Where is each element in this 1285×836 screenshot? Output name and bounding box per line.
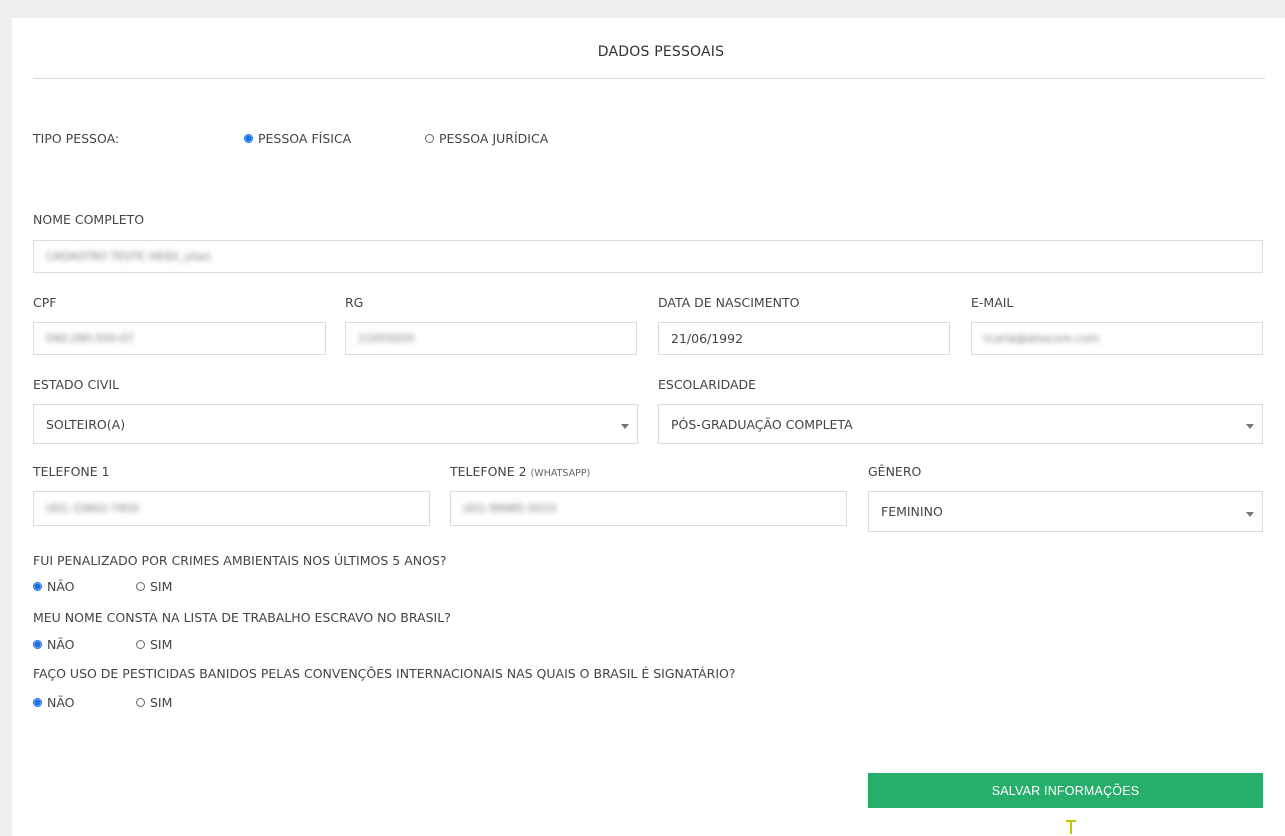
escolaridade-select[interactable]: PÓS-GRADUAÇÃO COMPLETA [658,404,1263,444]
email-label: E-MAIL [971,295,1014,310]
caret-down-icon [621,424,629,429]
escolaridade-label: ESCOLARIDADE [658,377,757,392]
data-nascimento-input[interactable]: 21/06/1992 [658,322,950,355]
question-pesticidas-banidos: FAÇO USO DE PESTICIDAS BANIDOS PELAS CON… [33,666,736,681]
radio-unchecked-icon [136,640,145,649]
rg-value: 21055020 [358,332,414,345]
radio-unchecked-icon [136,582,145,591]
question1-radio-sim[interactable]: SIM [136,579,172,594]
telefone1-label: TELEFONE 1 [33,464,110,479]
radio-checked-icon [33,582,42,591]
caret-down-icon [1246,511,1254,517]
question3-nao-label: NÃO [47,695,75,710]
question2-radio-nao[interactable]: NÃO [33,637,75,652]
telefone2-input[interactable]: (65) 99985-5033 [450,491,847,526]
caret-down-icon [1246,424,1254,429]
title-divider [33,78,1265,79]
genero-value: FEMININO [881,504,943,519]
cpf-label: CPF [33,295,57,310]
email-input[interactable]: tcarla@alsocom.com [971,322,1263,355]
question2-nao-label: NÃO [47,637,75,652]
email-value: tcarla@alsocom.com [984,332,1100,345]
question-crimes-ambientais: FUI PENALIZADO POR CRIMES AMBIENTAIS NOS… [33,553,447,568]
save-info-button[interactable]: SALVAR INFORMAÇÕES [868,773,1263,808]
radio-checked-icon [33,640,42,649]
radio-checked-icon [33,698,42,707]
telefone2-label-main: TELEFONE 2 [450,464,527,479]
question1-sim-label: SIM [150,579,173,594]
nome-completo-value: CADASTRO TESTE HEIDI_ulian [46,250,211,263]
nome-completo-input[interactable]: CADASTRO TESTE HEIDI_ulian [33,240,1263,273]
telefone1-value: (65) 33802-7950 [46,502,140,515]
radio-pessoa-fisica[interactable]: PESSOA FÍSICA [244,131,351,146]
question3-sim-label: SIM [150,695,173,710]
question3-radio-nao[interactable]: NÃO [33,695,75,710]
question1-radio-nao[interactable]: NÃO [33,579,75,594]
radio-unchecked-icon [425,134,434,143]
cpf-input[interactable]: 040.280.550-07 [33,322,326,355]
text-cursor-icon [1066,818,1076,836]
telefone2-value: (65) 99985-5033 [463,502,557,515]
data-nascimento-label: DATA DE NASCIMENTO [658,295,800,310]
radio-pessoa-fisica-label: PESSOA FÍSICA [258,131,352,146]
question2-radio-sim[interactable]: SIM [136,637,172,652]
radio-pessoa-juridica[interactable]: PESSOA JURÍDICA [425,131,548,146]
question1-nao-label: NÃO [47,579,75,594]
genero-label: GÊNERO [868,464,922,479]
section-title: DADOS PESSOAIS [597,44,725,60]
estado-civil-select[interactable]: SOLTEIRO(A) [33,404,638,444]
rg-label: RG [345,295,364,310]
tipo-pessoa-label: TIPO PESSOA: [33,131,120,146]
escolaridade-value: PÓS-GRADUAÇÃO COMPLETA [671,416,853,432]
question3-radio-sim[interactable]: SIM [136,695,172,710]
estado-civil-value: SOLTEIRO(A) [46,416,126,432]
estado-civil-label: ESTADO CIVIL [33,377,120,392]
telefone2-label-suffix: (WHATSAPP) [530,468,591,479]
radio-checked-icon [244,134,253,143]
personal-data-card: DADOS PESSOAIS TIPO PESSOA: PESSOA FÍSIC… [12,18,1285,836]
telefone2-label: TELEFONE 2 (WHATSAPP) [450,464,590,479]
question-trabalho-escravo: MEU NOME CONSTA NA LISTA DE TRABALHO ESC… [33,610,451,625]
radio-unchecked-icon [136,698,145,707]
cpf-value: 040.280.550-07 [46,332,134,345]
question2-sim-label: SIM [150,637,173,652]
genero-select[interactable]: FEMININO [868,491,1263,532]
nome-completo-label: NOME COMPLETO [33,212,145,227]
data-nascimento-value: 21/06/1992 [671,331,744,346]
telefone1-input[interactable]: (65) 33802-7950 [33,491,430,526]
rg-input[interactable]: 21055020 [345,322,637,355]
radio-pessoa-juridica-label: PESSOA JURÍDICA [439,131,549,146]
